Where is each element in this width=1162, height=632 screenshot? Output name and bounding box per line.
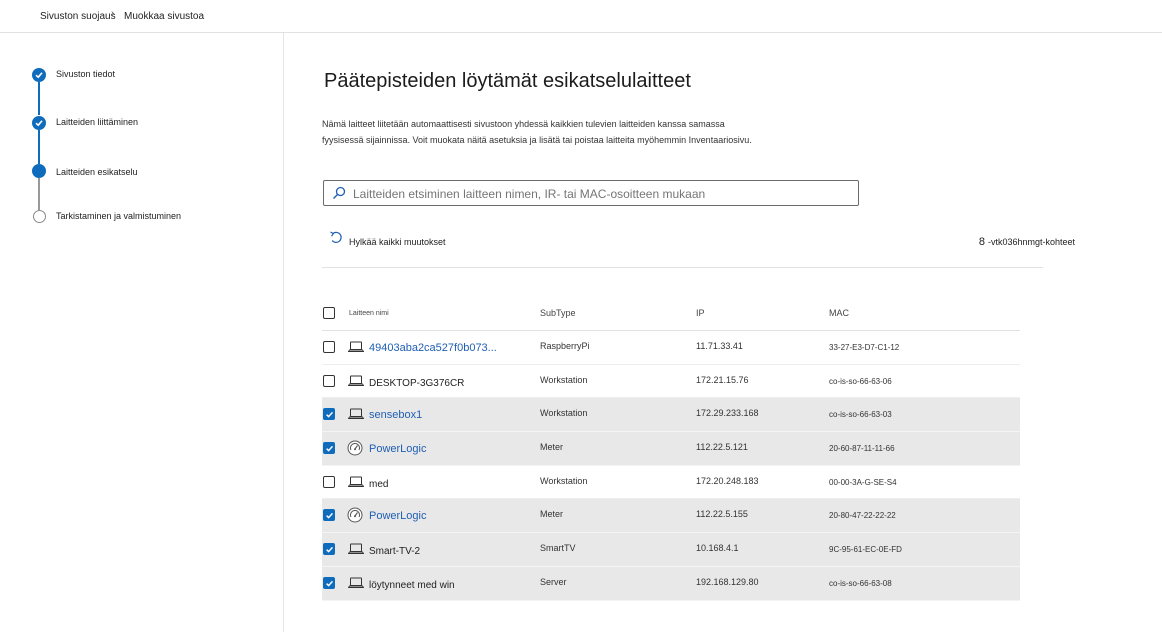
table-row[interactable]: PowerLogic Meter 112.22.5.121 20-60-87-11-1…	[322, 432, 1020, 466]
row-checkbox[interactable]	[323, 475, 335, 488]
device-subtype: RaspberryPi	[540, 341, 590, 351]
device-subtype: Workstation	[540, 475, 588, 486]
step-connector	[38, 130, 40, 164]
laptop-icon	[347, 475, 365, 494]
device-mac: co-is-so-66-63-06	[829, 376, 892, 386]
step-connector	[38, 178, 40, 210]
laptop-icon	[347, 407, 365, 426]
device-ip: 172.29.233.168	[696, 408, 759, 419]
device-ip: 10.168.4.1	[696, 543, 739, 554]
step-complete-icon	[32, 116, 46, 130]
device-ip: 112.22.5.121	[696, 442, 748, 453]
table-row[interactable]: 49403aba2ca527f0b073... RaspberryPi 11.71.…	[322, 331, 1020, 365]
meter-icon	[347, 507, 363, 528]
device-mac: 9C-95-61-EC-0E-FD	[829, 545, 902, 555]
device-subtype: Meter	[540, 509, 564, 520]
device-mac: 00-00-3A-G-SE-S4	[829, 477, 897, 487]
device-name[interactable]: PowerLogic	[369, 510, 426, 522]
column-header-name[interactable]: Laitteen nimi	[349, 310, 389, 317]
device-subtype: Workstation	[540, 408, 588, 419]
step-site-details[interactable]: Sivuston tiedot	[56, 69, 115, 79]
meter-icon	[347, 440, 363, 461]
step-complete-icon	[32, 68, 46, 82]
column-header-ip[interactable]: IP	[696, 308, 705, 318]
device-ip: 11.71.33.41	[696, 341, 743, 351]
step-connector	[38, 82, 40, 115]
device-ip: 192.168.129.80	[696, 576, 759, 587]
devices-table: Laitteen nimi SubType IP MAC 49403aba2ca…	[322, 298, 1020, 601]
item-count-label: -vtk036hnmgt-kohteet	[987, 237, 1075, 247]
device-mac: co-is-so-66-63-03	[829, 410, 892, 420]
page-title: Päätepisteiden löytämät esikatselulaitte…	[324, 70, 691, 92]
breadcrumb: Sivuston suojaus › Muokkaa sivustoa	[0, 0, 1162, 33]
device-name[interactable]: 49403aba2ca527f0b073...	[369, 342, 497, 354]
device-subtype: SmartTV	[540, 543, 576, 554]
step-review-finish[interactable]: Tarkistaminen ja valmistuminen	[56, 211, 181, 221]
device-ip: 112.22.5.155	[696, 509, 748, 520]
row-checkbox[interactable]	[323, 442, 335, 455]
divider	[322, 267, 1043, 268]
select-all-checkbox[interactable]	[323, 307, 335, 319]
search-box[interactable]	[323, 180, 859, 206]
table-row[interactable]: med Workstation 172.20.248.183 00-00-3A-G-S…	[322, 466, 1020, 500]
device-mac: co-is-so-66-63-08	[829, 578, 892, 588]
laptop-icon	[347, 340, 365, 359]
device-mac: 33-27-E3-D7-C1-12	[829, 343, 900, 352]
row-checkbox[interactable]	[323, 543, 335, 556]
device-name: DESKTOP-3G376CR	[369, 377, 465, 389]
wizard-steps: Sivuston tiedot Laitteiden liittäminen L…	[0, 33, 284, 632]
table-row[interactable]: sensebox1 Workstation 172.29.233.168 co-is-…	[322, 398, 1020, 433]
device-name[interactable]: PowerLogic	[369, 443, 426, 455]
step-preview-devices[interactable]: Laitteiden esikatselu	[56, 167, 138, 177]
undo-icon	[329, 231, 343, 250]
row-checkbox[interactable]	[323, 408, 335, 421]
table-row[interactable]: PowerLogic Meter 112.22.5.155 20-80-47-22-2…	[322, 499, 1020, 534]
table-row[interactable]: löytynneet med win Server 192.168.129.80 co…	[322, 566, 1020, 601]
column-header-subtype[interactable]: SubType	[540, 308, 576, 318]
laptop-icon	[347, 542, 365, 561]
device-subtype: Workstation	[540, 374, 588, 385]
row-checkbox[interactable]	[323, 509, 335, 522]
breadcrumb-item-site-security[interactable]: Sivuston suojaus	[40, 11, 116, 22]
search-input[interactable]	[353, 187, 843, 201]
laptop-icon	[347, 374, 365, 393]
device-subtype: Meter	[540, 442, 564, 453]
step-current-icon	[32, 164, 46, 178]
device-name[interactable]: sensebox1	[369, 409, 422, 421]
device-ip: 172.21.15.76	[696, 374, 749, 385]
step-pending-icon	[33, 210, 46, 223]
device-name: löytynneet med win	[369, 579, 455, 591]
page-description: Nämä laitteet liitetään automaattisesti …	[322, 119, 752, 145]
laptop-icon	[347, 576, 365, 595]
row-checkbox[interactable]	[323, 576, 335, 589]
device-mac: 20-80-47-22-22-22	[829, 511, 896, 521]
column-header-mac[interactable]: MAC	[829, 308, 849, 318]
item-count: 8 -vtk036hnmgt-kohteet	[979, 236, 1075, 248]
table-header: Laitteen nimi SubType IP MAC	[322, 298, 1020, 331]
item-count-number: 8	[978, 236, 985, 248]
step-join-devices[interactable]: Laitteiden liittäminen	[56, 117, 138, 127]
search-icon	[332, 186, 346, 205]
breadcrumb-item-edit-site: Muokkaa sivustoa	[124, 11, 205, 22]
table-row[interactable]: DESKTOP-3G376CR Workstation 172.21.15.76 co…	[322, 365, 1020, 399]
device-mac: 20-60-87-11-11-66	[829, 444, 895, 454]
table-row[interactable]: Smart-TV-2 SmartTV 10.168.4.1 9C-95-61-EC-0…	[322, 533, 1020, 567]
chevron-right-icon: ›	[111, 8, 115, 20]
row-checkbox[interactable]	[323, 341, 335, 353]
device-name: med	[369, 478, 389, 490]
row-checkbox[interactable]	[323, 374, 335, 387]
discard-label: Hylkää kaikki muutokset	[349, 237, 446, 247]
device-subtype: Server	[540, 576, 567, 587]
device-ip: 172.20.248.183	[696, 475, 759, 486]
device-name: Smart-TV-2	[369, 546, 421, 558]
